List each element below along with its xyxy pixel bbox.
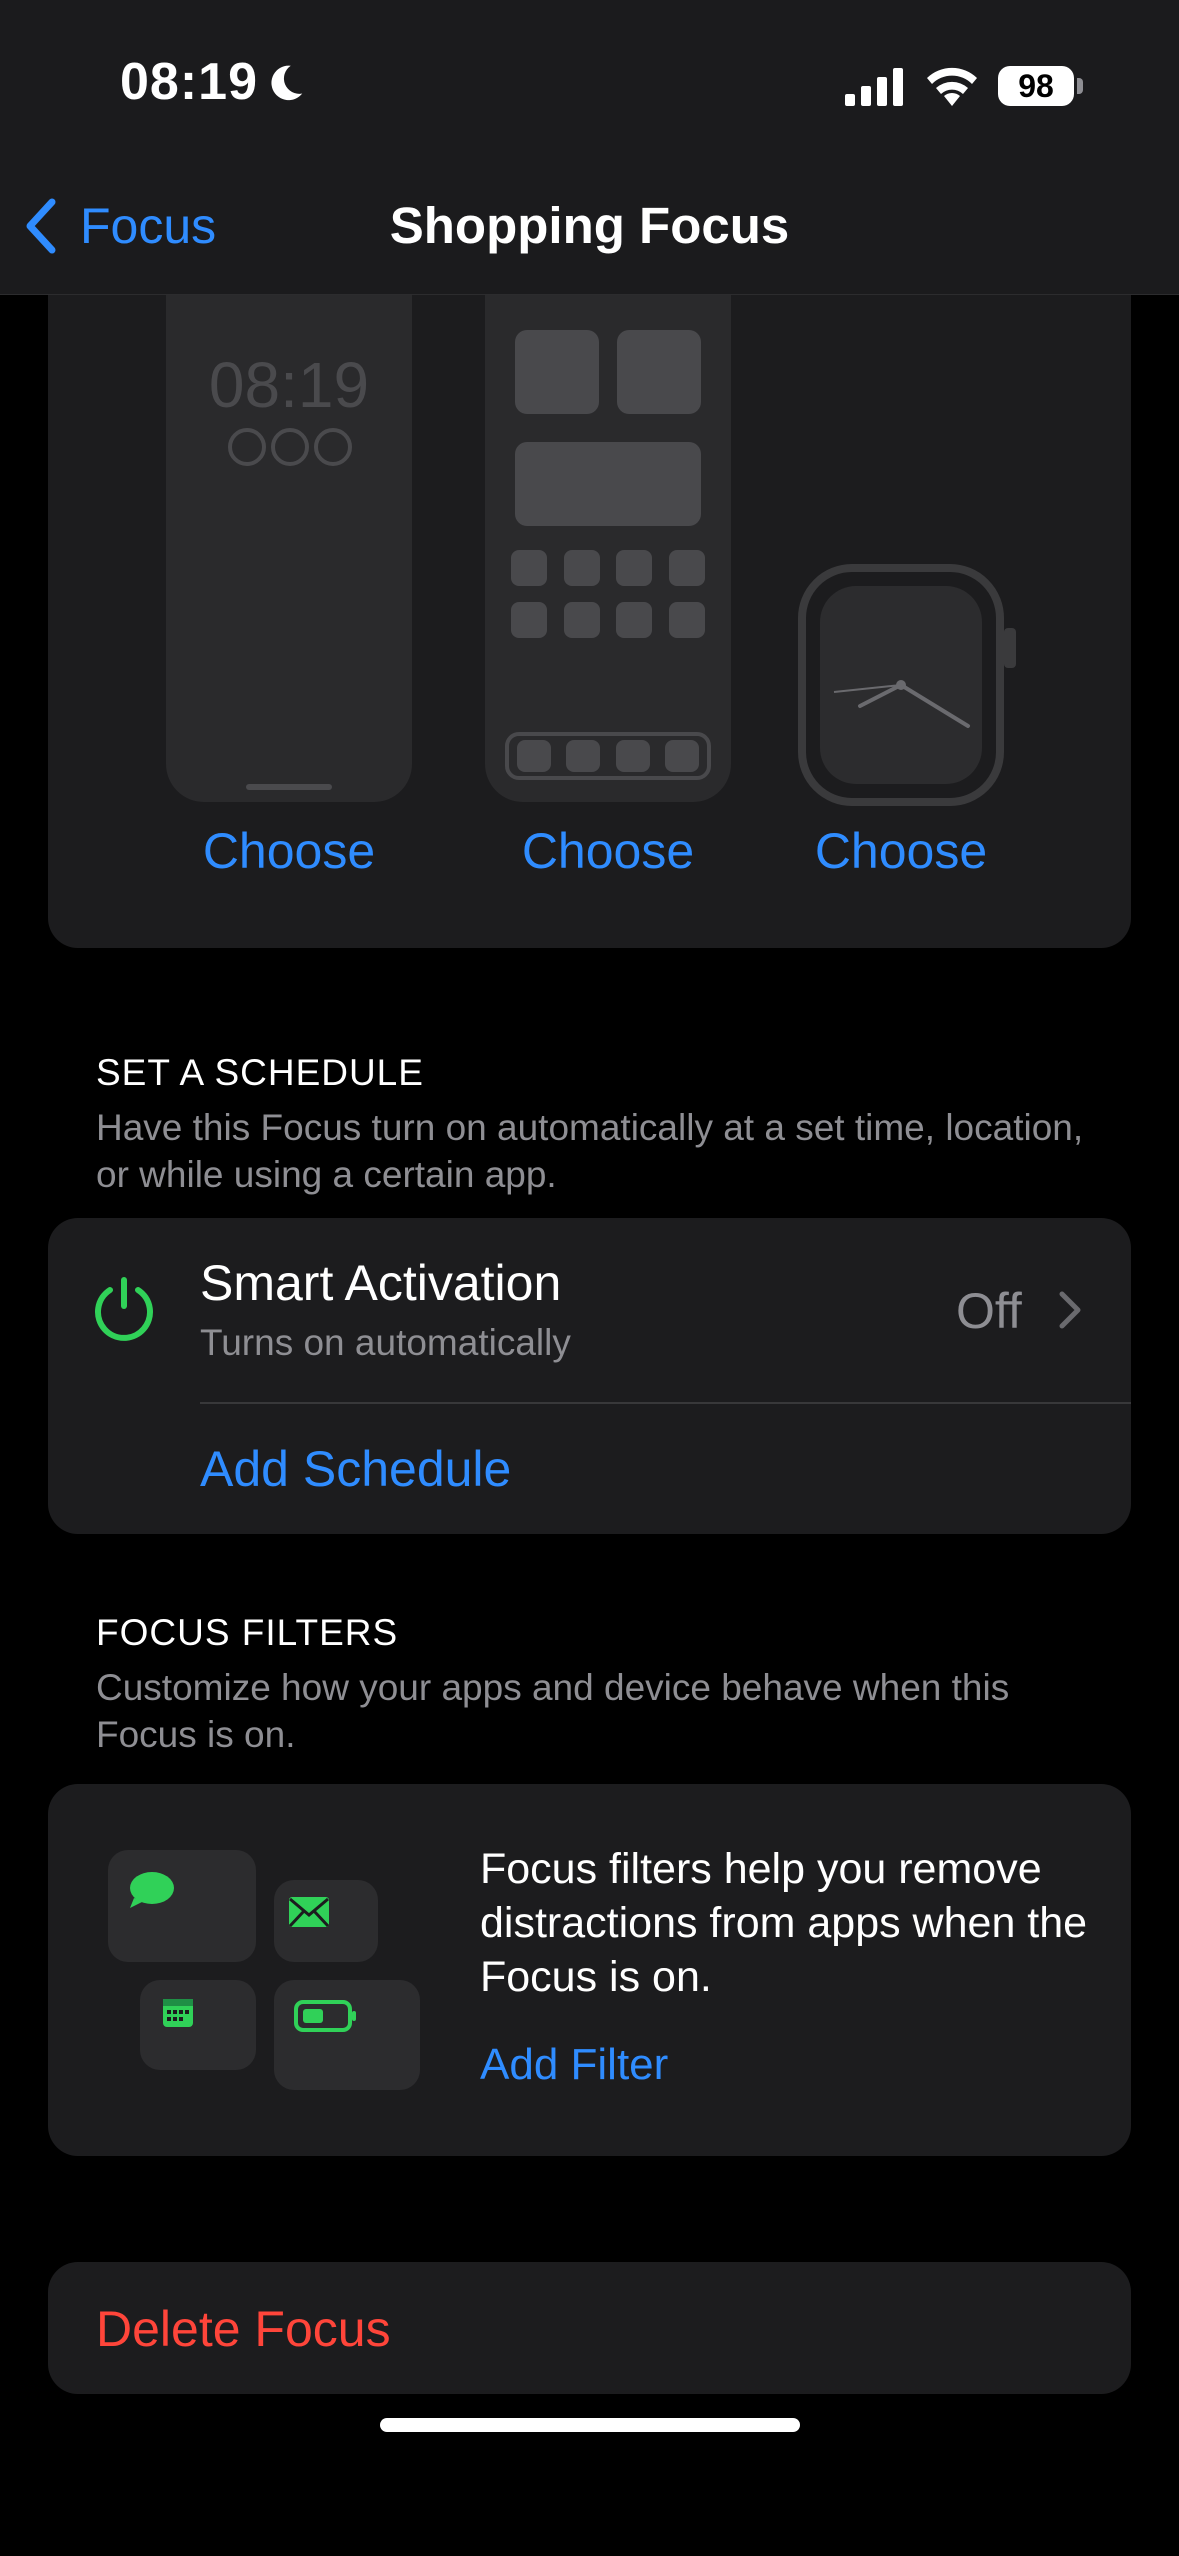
calendar-icon — [163, 1999, 193, 2027]
delete-focus-label: Delete Focus — [96, 2301, 391, 2357]
widget-circles — [228, 428, 352, 466]
row-divider — [200, 1402, 1131, 1404]
battery-tile — [274, 1980, 420, 2090]
smart-activation-row[interactable]: Smart Activation Turns on automatically … — [48, 1218, 1131, 1402]
home-screen-preview[interactable] — [485, 260, 731, 802]
mail-tile — [274, 1880, 378, 1962]
low-power-battery-icon — [294, 2000, 356, 2032]
schedule-card: Smart Activation Turns on automatically … — [48, 1218, 1131, 1534]
filters-info-text: Focus filters help you remove distractio… — [480, 1845, 1088, 2001]
choose-home-screen-button[interactable]: Choose — [485, 822, 731, 880]
schedule-section-description: Have this Focus turn on automatically at… — [96, 1107, 1084, 1195]
screens-preview-card: 08:19 Choose Choose Choose — [48, 260, 1131, 948]
moon-icon — [262, 60, 308, 111]
mail-icon — [288, 1897, 330, 1928]
calendar-tile — [140, 1980, 256, 2070]
watch-face-preview[interactable] — [798, 564, 1016, 806]
message-bubble-icon — [130, 1872, 174, 1908]
smart-activation-subtitle: Turns on automatically — [200, 1322, 571, 1363]
lock-clock: 08:19 — [208, 349, 370, 421]
lock-screen-preview[interactable]: 08:19 — [166, 260, 412, 802]
add-filter-button[interactable]: Add Filter — [480, 2040, 668, 2090]
schedule-section-title: SET A SCHEDULE — [96, 1052, 424, 1093]
battery-nub — [1077, 78, 1083, 94]
home-indicator-mini — [246, 784, 332, 790]
navigation-bar: 08:19 98 Focus Shopping Focus — [0, 0, 1179, 295]
focus-filters-card: Focus filters help you remove distractio… — [48, 1784, 1131, 2156]
cellular-signal-icon — [845, 66, 905, 111]
power-icon — [95, 1277, 153, 1341]
choose-lock-screen-button[interactable]: Choose — [166, 822, 412, 880]
home-indicator[interactable] — [380, 2418, 800, 2432]
messages-tile — [108, 1850, 256, 1962]
filters-section-description: Customize how your apps and device behav… — [96, 1667, 1010, 1755]
delete-focus-button[interactable]: Delete Focus — [48, 2262, 1131, 2394]
status-time: 08:19 — [120, 53, 258, 111]
battery-level: 98 — [998, 66, 1074, 106]
choose-watch-face-button[interactable]: Choose — [778, 822, 1024, 880]
clock-hands-icon — [833, 680, 970, 728]
page-title: Shopping Focus — [389, 197, 790, 254]
add-schedule-button[interactable]: Add Schedule — [200, 1440, 511, 1498]
filters-section-title: FOCUS FILTERS — [96, 1612, 399, 1653]
wifi-icon — [924, 62, 980, 111]
smart-activation-value: Off — [956, 1283, 1022, 1339]
chevron-right-icon — [1059, 1291, 1081, 1329]
smart-activation-title: Smart Activation — [200, 1255, 562, 1311]
